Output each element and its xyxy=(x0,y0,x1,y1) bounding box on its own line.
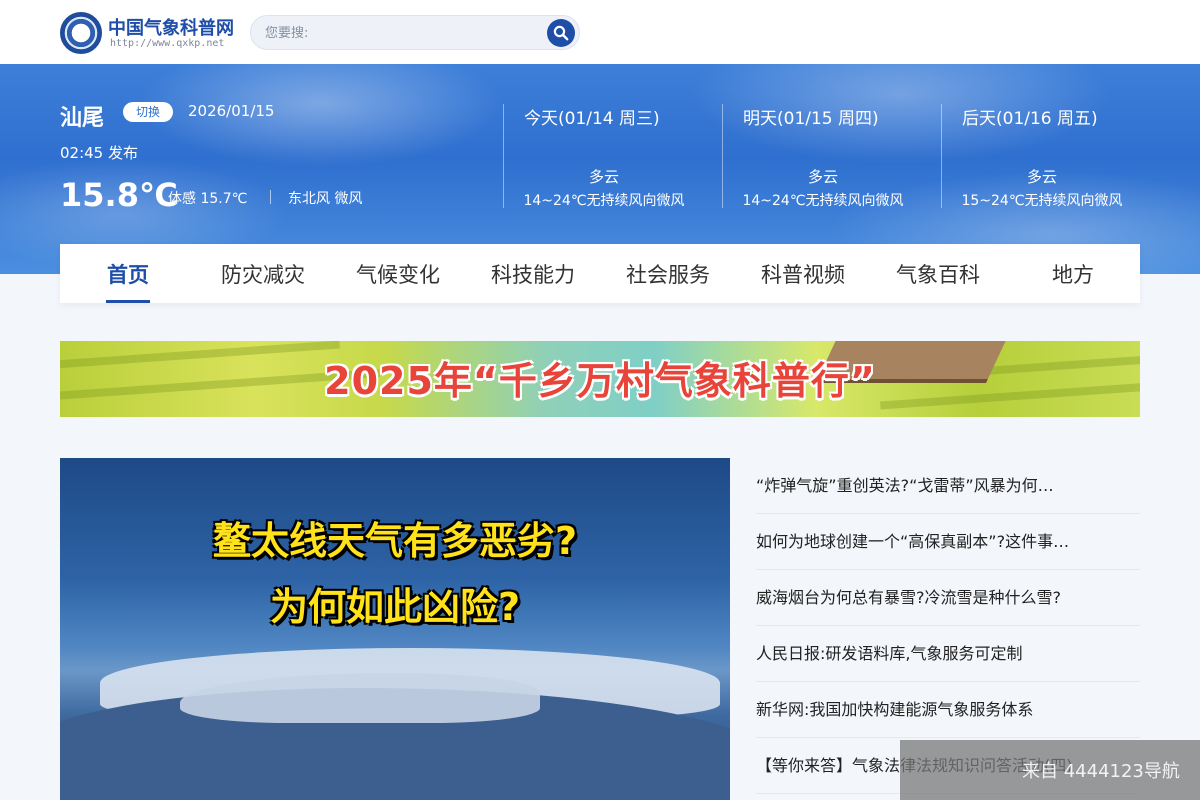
news-item[interactable]: “炸弹气旋”重创英法?“戈雷蒂”风暴为何… xyxy=(756,458,1140,514)
search-button[interactable] xyxy=(547,19,575,47)
nav-item-climate-change[interactable]: 气候变化 xyxy=(343,244,453,303)
forecast-day: 后天(01/16 周五) xyxy=(962,109,1098,129)
search-input[interactable] xyxy=(265,22,535,44)
forecast-tomorrow: 明天(01/15 周四) 多云 14~24℃无持续风向微风 xyxy=(723,104,923,214)
forecast-condition: 多云 xyxy=(1026,168,1057,186)
news-item[interactable]: 人民日报:研发语料库,气象服务可定制 xyxy=(756,626,1140,682)
nav-item-local[interactable]: 地方 xyxy=(1028,244,1118,303)
nav-item-social-service[interactable]: 社会服务 xyxy=(613,244,723,303)
forecast-range: 14~24℃无持续风向微风 xyxy=(523,193,685,209)
switch-city-button[interactable]: 切换 xyxy=(123,102,173,122)
nav-item-technology[interactable]: 科技能力 xyxy=(478,244,588,303)
divider xyxy=(270,190,271,204)
nav-item-encyclopedia[interactable]: 气象百科 xyxy=(883,244,993,303)
news-item[interactable]: 威海烟台为何总有暴雪?冷流雪是种什么雪? xyxy=(756,570,1140,626)
main-nav: 首页 防灾减灾 气候变化 科技能力 社会服务 科普视频 气象百科 地方 xyxy=(60,244,1140,303)
promo-banner[interactable]: 2025年“千乡万村气象科普行” xyxy=(60,341,1140,417)
site-name: 中国气象科普网 xyxy=(108,18,234,39)
wind-info: 东北风 微风 xyxy=(288,191,363,207)
nav-item-videos[interactable]: 科普视频 xyxy=(748,244,858,303)
site-url: http://www.qxkp.net xyxy=(110,38,225,49)
publish-time: 02:45 发布 xyxy=(60,144,138,162)
forecast-today: 今天(01/14 周三) 多云 14~24℃无持续风向微风 xyxy=(504,104,704,214)
logo-emblem-icon xyxy=(60,12,102,54)
site-logo[interactable]: 中国气象科普网 http://www.qxkp.net xyxy=(60,12,240,54)
weather-panel: 汕尾 切换 2026/01/15 02:45 发布 15.8℃ 体感 15.7℃… xyxy=(0,64,1200,274)
feature-headline-line1: 鳌太线天气有多恶劣? xyxy=(212,519,578,563)
forecast-condition: 多云 xyxy=(588,168,619,186)
news-item[interactable]: 新华网:我国加快构建能源气象服务体系 xyxy=(756,682,1140,738)
forecast-day-after: 后天(01/16 周五) 多云 15~24℃无持续风向微风 xyxy=(942,104,1142,214)
forecast-range: 15~24℃无持续风向微风 xyxy=(961,193,1123,209)
nav-item-home[interactable]: 首页 xyxy=(88,244,168,303)
current-temperature: 15.8℃ xyxy=(60,176,178,214)
forecast-day: 今天(01/14 周三) xyxy=(524,109,660,129)
current-date: 2026/01/15 xyxy=(188,102,275,120)
forecast-day: 明天(01/15 周四) xyxy=(743,109,879,129)
watermark-overlay: 来自 4444123导航 xyxy=(900,740,1200,800)
forecast-range: 14~24℃无持续风向微风 xyxy=(742,193,904,209)
header: 中国气象科普网 http://www.qxkp.net xyxy=(0,0,1200,64)
search-box xyxy=(250,15,580,50)
nav-item-disaster-prevention[interactable]: 防灾减灾 xyxy=(208,244,318,303)
search-icon xyxy=(553,25,569,41)
forecast-condition: 多云 xyxy=(807,168,838,186)
news-item[interactable]: 如何为地球创建一个“高保真副本”?这件事… xyxy=(756,514,1140,570)
feature-headline-line2: 为何如此凶险? xyxy=(269,585,521,629)
city-name: 汕尾 xyxy=(60,106,105,131)
feature-image[interactable]: 鳌太线天气有多恶劣? 为何如此凶险? xyxy=(60,458,730,800)
banner-title: 2025年“千乡万村气象科普行” xyxy=(324,359,876,403)
nav-active-indicator xyxy=(106,300,150,303)
feels-like: 体感 15.7℃ xyxy=(168,191,248,207)
